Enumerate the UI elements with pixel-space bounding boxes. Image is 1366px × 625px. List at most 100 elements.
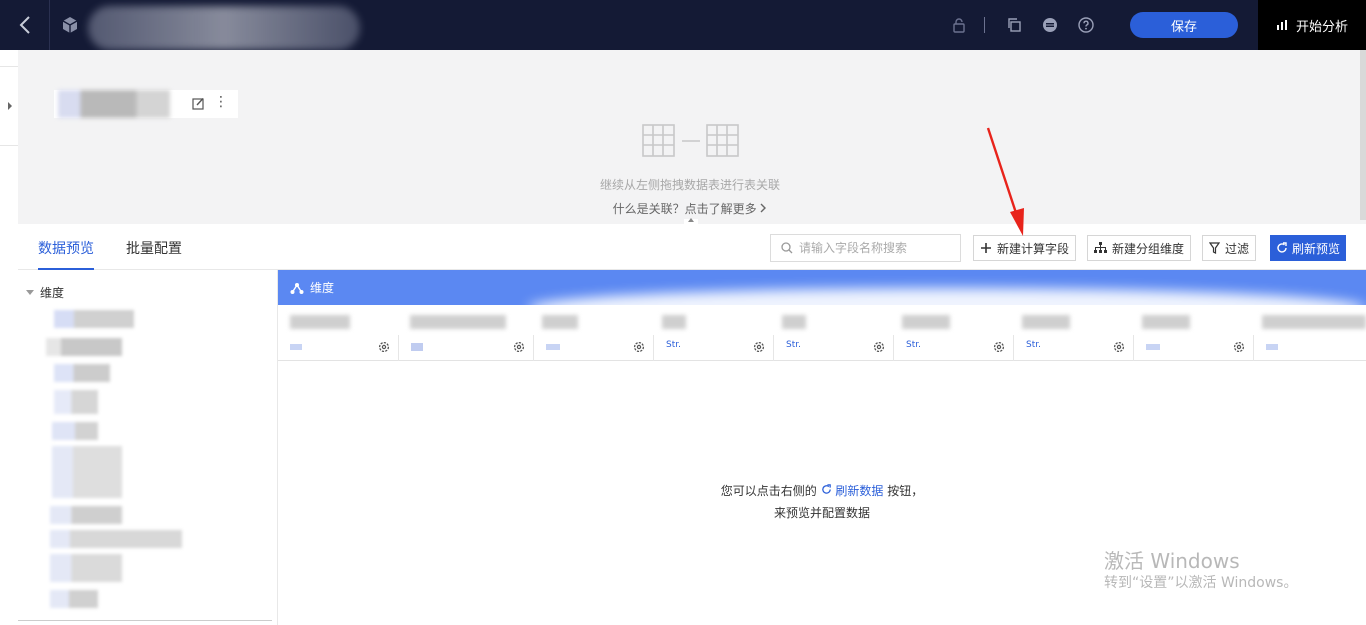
- refresh-data-link[interactable]: 刷新数据: [835, 484, 883, 498]
- column-type: Str.: [666, 340, 681, 350]
- refresh-icon: [821, 484, 831, 494]
- sidebar-toggle[interactable]: [0, 66, 20, 146]
- chevron-left-icon: [19, 16, 30, 34]
- refresh-preview-button[interactable]: 刷新预览: [1270, 235, 1346, 261]
- dataset-cube-icon: [62, 17, 78, 33]
- tree-item-redacted[interactable]: [54, 310, 134, 328]
- gear-icon[interactable]: [993, 341, 1005, 353]
- column-name-redacted: [662, 315, 686, 329]
- dimension-icon: [290, 282, 304, 294]
- tree-item-redacted[interactable]: [50, 554, 122, 582]
- column-names-row: [278, 305, 1366, 335]
- tree-item-redacted[interactable]: [54, 364, 110, 382]
- start-analysis-button[interactable]: 开始分析: [1258, 0, 1366, 50]
- gear-icon[interactable]: [378, 341, 390, 353]
- field-tree: 维度: [18, 270, 278, 625]
- canvas-resize-handle[interactable]: [684, 214, 698, 224]
- column-header[interactable]: [278, 335, 398, 361]
- column-name-redacted: [902, 315, 950, 329]
- hierarchy-icon: [1094, 242, 1107, 253]
- column-header[interactable]: [1133, 335, 1253, 361]
- canvas-scrollbar[interactable]: [1360, 50, 1366, 220]
- tree-item-redacted[interactable]: [54, 390, 98, 414]
- tree-item-redacted[interactable]: [52, 446, 122, 498]
- gear-icon[interactable]: [753, 341, 765, 353]
- column-name-redacted: [1022, 315, 1070, 329]
- new-group-dimension-button[interactable]: 新建分组维度: [1087, 235, 1192, 261]
- tree-item-redacted[interactable]: [50, 590, 98, 608]
- more-vertical-icon[interactable]: ⋮: [214, 94, 228, 110]
- filter-button[interactable]: 过滤: [1202, 235, 1257, 261]
- tree-root-label: 维度: [40, 286, 65, 300]
- top-bar: 保存 开始分析: [0, 0, 1366, 50]
- copy-icon[interactable]: [1003, 14, 1025, 36]
- filter-label: 过滤: [1225, 241, 1250, 256]
- header-divider: [984, 17, 985, 33]
- column-header[interactable]: Str.: [773, 335, 893, 361]
- search-icon: [781, 242, 793, 254]
- filter-icon: [1209, 242, 1220, 254]
- windows-activation-hint: 转到“设置”以激活 Windows。: [1104, 575, 1298, 591]
- empty-state-suffix: 按钮，: [887, 484, 924, 498]
- bar-chart-icon: [1276, 20, 1287, 30]
- table-name-redacted: [58, 90, 170, 118]
- column-name-redacted: [290, 315, 350, 329]
- gear-icon[interactable]: [873, 341, 885, 353]
- tree-item-redacted[interactable]: [52, 422, 98, 440]
- annotation-arrow: [986, 127, 1024, 236]
- column-header[interactable]: Str.: [653, 335, 773, 361]
- windows-activation-title: 激活 Windows: [1104, 549, 1240, 573]
- refresh-icon: [1277, 242, 1287, 253]
- column-header[interactable]: Str.: [1013, 335, 1133, 361]
- column-type-redacted: [1146, 344, 1160, 350]
- column-type-redacted: [546, 344, 560, 350]
- new-group-dimension-label: 新建分组维度: [1112, 241, 1185, 256]
- column-header[interactable]: [1253, 335, 1366, 361]
- column-header[interactable]: [398, 335, 533, 361]
- column-name-redacted: [782, 315, 806, 329]
- tree-item-redacted[interactable]: [50, 506, 122, 524]
- column-types-row: Str. Str. Str. Str.: [278, 335, 1366, 361]
- caret-right-icon: [7, 102, 12, 110]
- search-input[interactable]: [799, 241, 949, 255]
- dimension-group-label: 维度: [310, 281, 335, 295]
- column-type: Str.: [1026, 340, 1041, 350]
- tree-item-redacted[interactable]: [50, 530, 182, 548]
- lock-icon[interactable]: [948, 14, 970, 36]
- column-header[interactable]: [533, 335, 653, 361]
- empty-state-message: 您可以点击右侧的 刷新数据 按钮， 来预览并配置数据: [278, 480, 1366, 524]
- table-node[interactable]: ⋮: [54, 90, 238, 118]
- help-icon[interactable]: [1075, 14, 1097, 36]
- tree-node-dimensions[interactable]: 维度: [26, 284, 64, 301]
- column-type-redacted: [1266, 344, 1278, 350]
- caret-down-icon: [26, 290, 34, 295]
- tree-scrollbar[interactable]: [18, 620, 272, 621]
- refresh-preview-label: 刷新预览: [1291, 241, 1340, 256]
- edit-icon[interactable]: [192, 97, 205, 110]
- gear-icon[interactable]: [1113, 341, 1125, 353]
- save-button[interactable]: 保存: [1130, 12, 1238, 38]
- empty-state-prefix: 您可以点击右侧的: [720, 484, 817, 498]
- chevron-right-icon: [760, 203, 767, 213]
- back-button[interactable]: [0, 0, 50, 50]
- column-type-redacted: [411, 343, 423, 351]
- start-analysis-label: 开始分析: [1295, 19, 1348, 35]
- column-type: Str.: [906, 340, 921, 350]
- dataset-name-redacted: [88, 6, 360, 50]
- column-name-redacted: [410, 315, 506, 329]
- empty-state-line2: 来预览并配置数据: [773, 506, 870, 520]
- plus-icon: [981, 243, 991, 253]
- column-type: Str.: [786, 340, 801, 350]
- column-name-redacted: [1262, 315, 1366, 329]
- gear-icon[interactable]: [513, 341, 525, 353]
- field-search[interactable]: [770, 234, 961, 262]
- column-header[interactable]: Str.: [893, 335, 1013, 361]
- gear-icon[interactable]: [633, 341, 645, 353]
- column-type-redacted: [290, 344, 302, 350]
- tab-batch-config[interactable]: 批量配置: [126, 238, 182, 258]
- tab-data-preview[interactable]: 数据预览: [38, 238, 94, 258]
- tree-item-redacted[interactable]: [46, 338, 122, 356]
- gear-icon[interactable]: [1233, 341, 1245, 353]
- join-tables-illustration: [642, 124, 739, 157]
- minus-circle-icon[interactable]: [1039, 14, 1061, 36]
